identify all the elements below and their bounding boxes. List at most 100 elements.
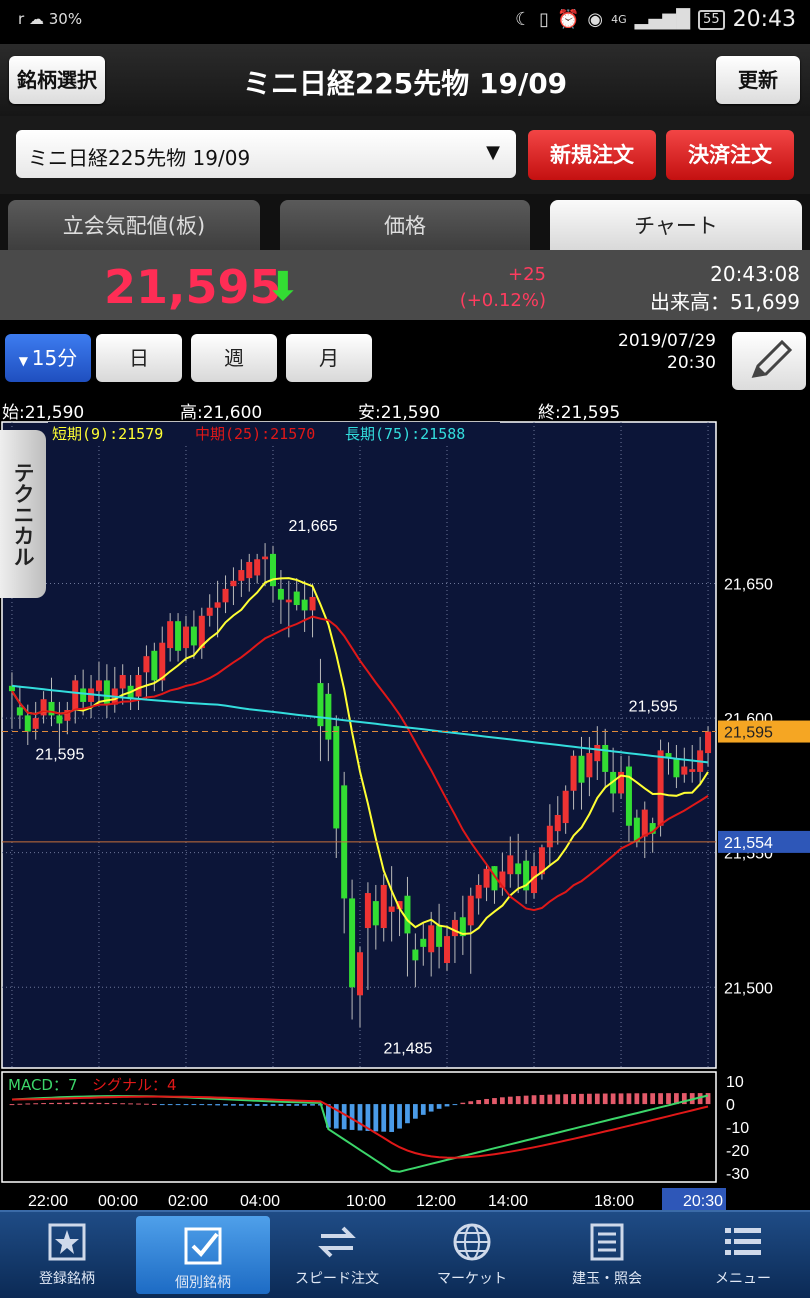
- nav-market[interactable]: マーケット: [405, 1212, 539, 1298]
- macd-histogram-bar: [373, 1104, 379, 1132]
- macd-histogram-bar: [270, 1104, 276, 1106]
- nav-positions[interactable]: 建玉・照会: [540, 1212, 674, 1298]
- period-month-button[interactable]: 月: [286, 334, 372, 382]
- candle: [372, 901, 379, 926]
- cloud-icon: ☁: [28, 10, 44, 28]
- macd-histogram-bar: [286, 1104, 292, 1106]
- candle: [143, 656, 150, 673]
- extreme-annotation: 21,595: [35, 747, 84, 764]
- macd-histogram-bar: [191, 1104, 197, 1106]
- symbol-select-value: ミニ日経225先物 19/09: [28, 146, 251, 170]
- macd-histogram-bar: [223, 1104, 228, 1106]
- candle: [356, 952, 364, 996]
- macd-histogram-bar: [64, 1102, 70, 1105]
- candle: [16, 707, 23, 716]
- dropdown-small-icon: ▼: [18, 354, 32, 368]
- macd-histogram-bar: [705, 1093, 711, 1105]
- candle: [277, 588, 284, 600]
- macd-histogram-bar: [547, 1094, 553, 1105]
- quote-time: 20:43:08: [710, 262, 800, 286]
- period-15min-label: 15分: [31, 346, 78, 370]
- nav-individual[interactable]: 個別銘柄: [136, 1216, 270, 1294]
- macd-histogram-bar: [571, 1094, 576, 1105]
- macd-histogram-bar: [507, 1096, 513, 1105]
- candle: [175, 621, 182, 651]
- candle: [80, 688, 87, 702]
- technical-tab[interactable]: テクニカル: [0, 430, 46, 598]
- extreme-annotation: 21,595: [629, 698, 678, 715]
- candle: [151, 650, 158, 681]
- x-tick-label: 18:00: [594, 1193, 634, 1210]
- candle: [238, 570, 245, 581]
- candle: [428, 925, 435, 953]
- marker-label: 21,554: [724, 835, 773, 852]
- candlestick-chart[interactable]: 21,50021,55021,60021,65021,59521,55421,6…: [0, 420, 810, 1210]
- period-week-button[interactable]: 週: [191, 334, 277, 382]
- macd-tick: -30: [726, 1166, 749, 1183]
- tab-chart[interactable]: チャート: [550, 200, 802, 250]
- candle: [230, 580, 237, 587]
- candle: [451, 919, 458, 937]
- period-15min-button[interactable]: ▼ 15分: [5, 334, 91, 382]
- macd-histogram-bar: [231, 1104, 236, 1106]
- candle: [190, 626, 197, 646]
- network-label: 4G: [611, 13, 627, 26]
- candle: [507, 855, 514, 875]
- candle: [364, 893, 371, 929]
- macd-histogram-bar: [151, 1103, 157, 1105]
- macd-histogram-bar: [104, 1102, 110, 1105]
- macd-histogram-bar: [476, 1100, 482, 1105]
- macd-histogram-bar: [341, 1104, 347, 1130]
- candle: [657, 750, 664, 826]
- tab-price[interactable]: 価格: [280, 200, 530, 250]
- candle: [246, 561, 253, 579]
- macd-histogram-bar: [112, 1103, 118, 1105]
- quote-info: 20:43:08 出来高：51,699: [650, 260, 800, 316]
- candle: [325, 693, 332, 740]
- macd-histogram-bar: [579, 1093, 584, 1105]
- candle: [483, 868, 490, 888]
- nav-market-label: マーケット: [437, 1271, 507, 1287]
- candle: [119, 675, 126, 689]
- macd-histogram-bar: [72, 1102, 78, 1105]
- macd-histogram-bar: [602, 1093, 608, 1105]
- macd-histogram-bar: [120, 1103, 126, 1105]
- x-tick-label: 10:00: [346, 1193, 386, 1210]
- macd-histogram-bar: [41, 1103, 46, 1105]
- eye-icon: ◉: [587, 9, 604, 30]
- macd-histogram-bar: [666, 1093, 671, 1105]
- macd-histogram-bar: [302, 1104, 308, 1106]
- candle: [444, 936, 451, 964]
- macd-histogram-bar: [405, 1104, 410, 1124]
- signal-bars-icon: ▂▄▆█: [634, 9, 691, 30]
- volume: 出来高：51,699: [650, 290, 800, 314]
- candle: [578, 755, 585, 783]
- candle: [594, 745, 601, 762]
- nav-menu[interactable]: メニュー: [676, 1212, 810, 1298]
- macd-histogram-bar: [49, 1102, 54, 1105]
- nav-registered[interactable]: 登録銘柄: [0, 1212, 134, 1298]
- change-percent: (+0.12%): [459, 290, 546, 311]
- macd-histogram-bar: [294, 1104, 300, 1106]
- star-icon: [48, 1223, 86, 1261]
- candle: [681, 766, 688, 775]
- status-bar: r ☁ 30% ☾ ▯ ⏰ ◉ 4G ▂▄▆█ 55 20:43: [0, 0, 810, 44]
- candle: [586, 753, 593, 778]
- chart-date: 2019/07/29: [618, 331, 716, 351]
- settle-order-button[interactable]: 決済注文: [666, 130, 794, 180]
- pencil-button[interactable]: [732, 332, 806, 390]
- macd-histogram-bar: [658, 1093, 663, 1105]
- tab-board[interactable]: 立会気配値(板): [8, 200, 260, 250]
- globe-icon: [453, 1223, 491, 1261]
- nav-speed-order[interactable]: スピード注文: [270, 1212, 404, 1298]
- candle: [214, 602, 221, 608]
- vibrate-icon: ▯: [539, 9, 549, 30]
- new-order-button[interactable]: 新規注文: [528, 130, 656, 180]
- refresh-button[interactable]: 更新: [716, 56, 800, 104]
- macd-tick: -20: [726, 1143, 749, 1160]
- symbol-select[interactable]: ミニ日経225先物 19/09 ▼: [16, 130, 516, 178]
- period-day-button[interactable]: 日: [96, 334, 182, 382]
- x-tick-label: 22:00: [28, 1193, 68, 1210]
- list-document-icon: [590, 1223, 624, 1261]
- candle: [570, 755, 577, 791]
